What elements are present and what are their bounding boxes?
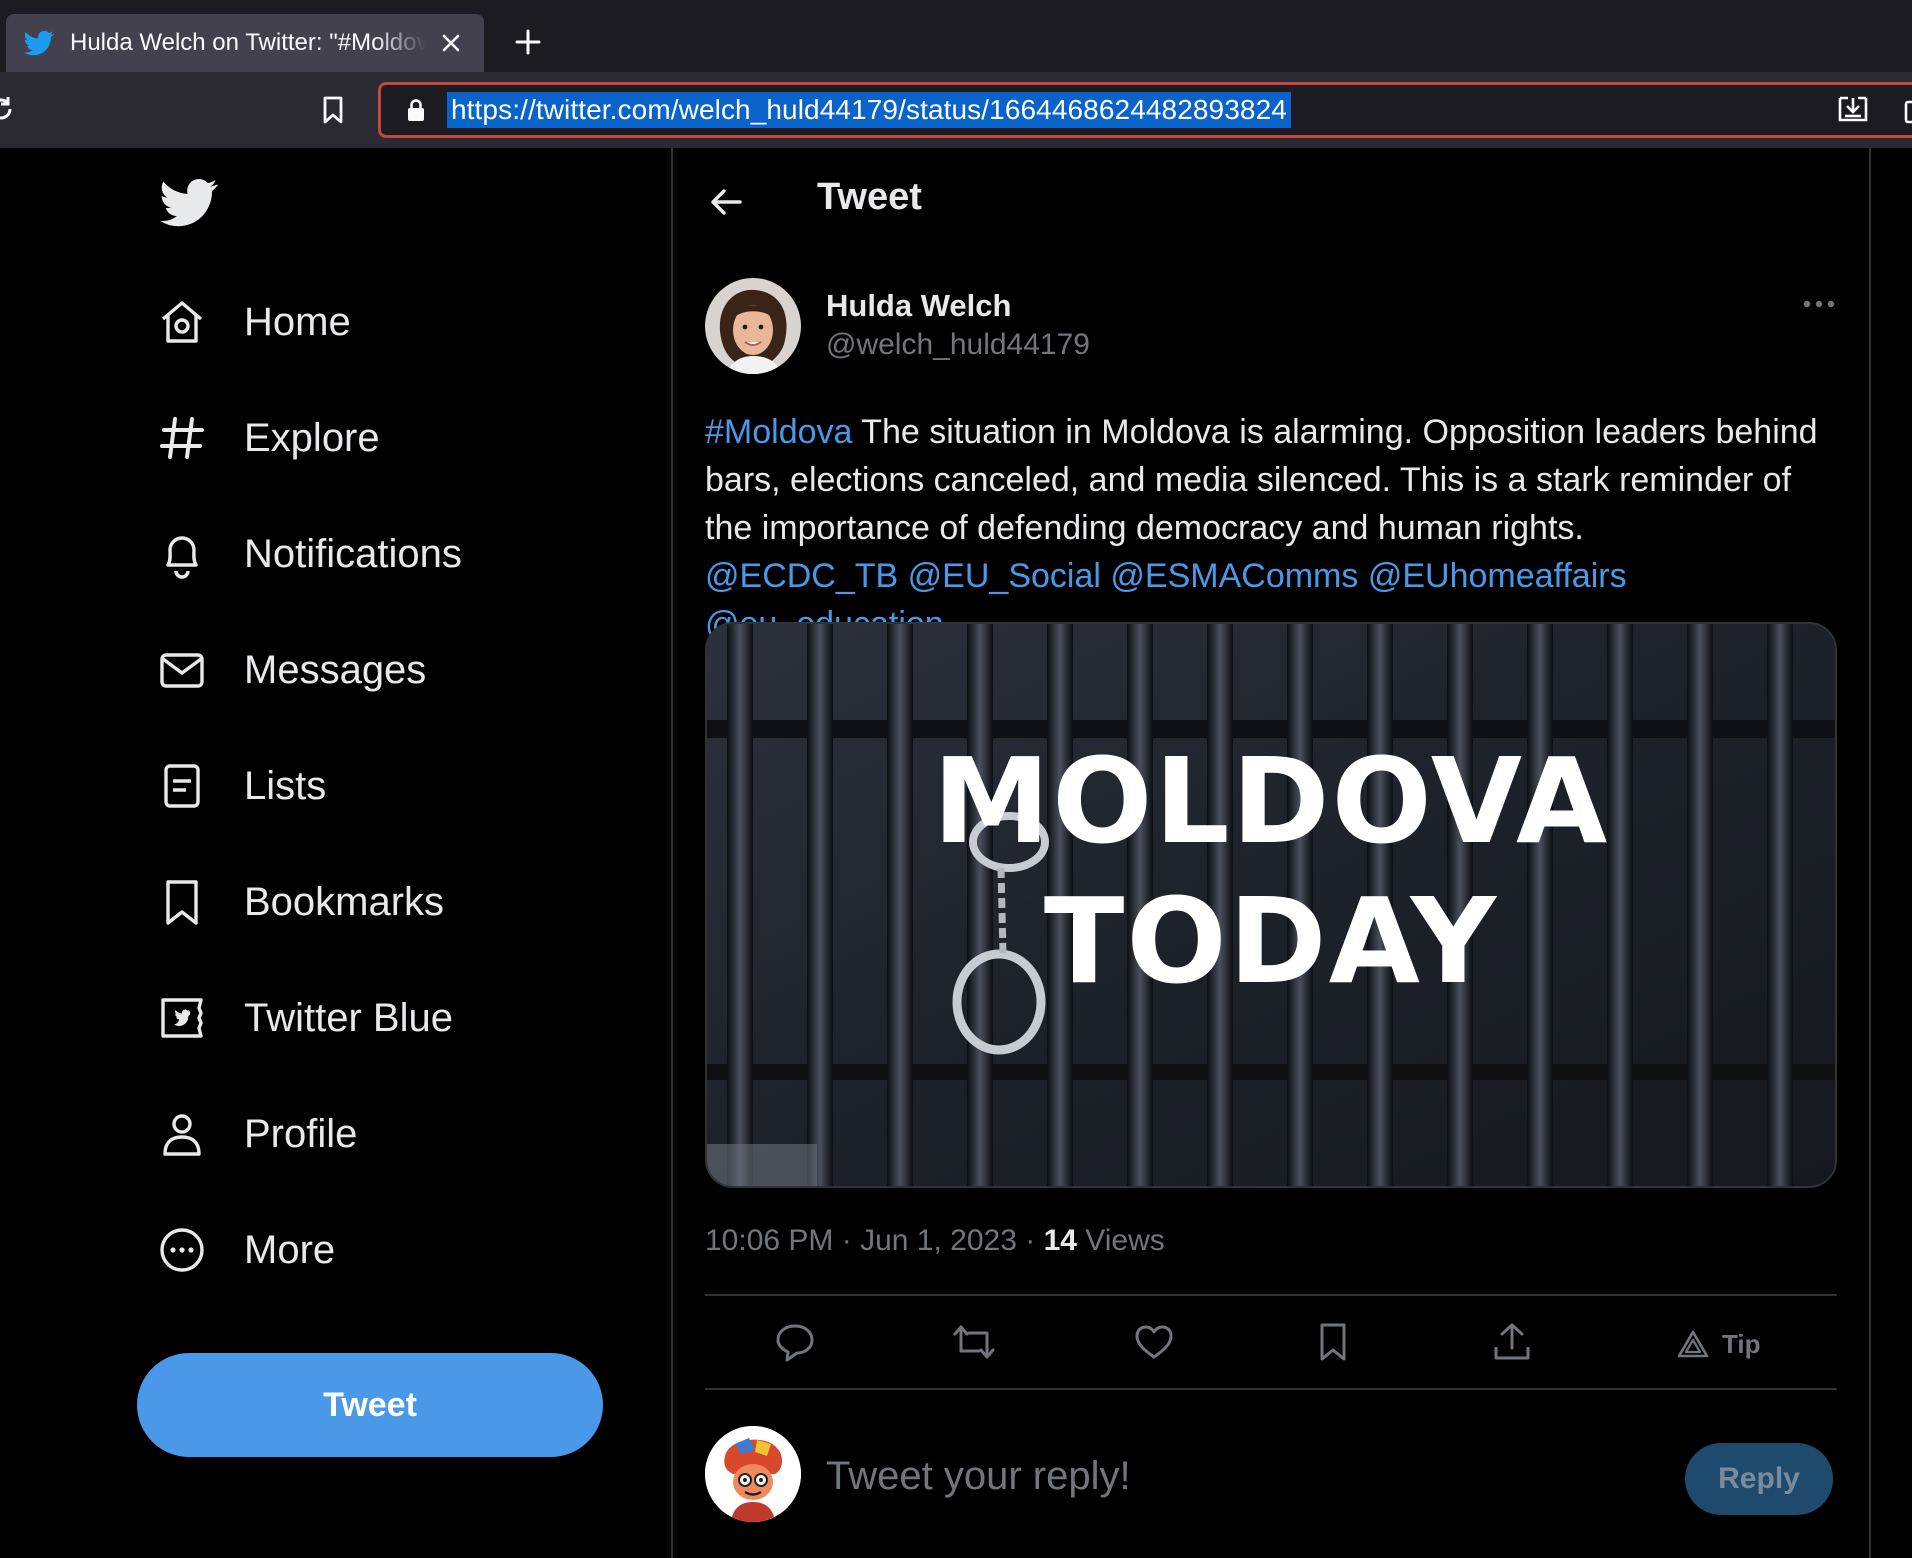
list-icon xyxy=(154,758,210,814)
browser-tab[interactable]: Hulda Welch on Twitter: "#Moldova The si… xyxy=(6,14,484,72)
twitter-logo-icon[interactable] xyxy=(160,178,218,230)
reply-input[interactable] xyxy=(826,1448,1646,1504)
column-divider xyxy=(1869,148,1871,1558)
more-circle-icon xyxy=(154,1222,210,1278)
sidebar-item-notifications[interactable]: Notifications xyxy=(160,522,462,586)
sidebar-item-label: Messages xyxy=(244,647,427,692)
sidebar-item-label: Explore xyxy=(244,415,380,460)
twitter-blue-icon xyxy=(154,990,210,1046)
tip-button[interactable]: Tip xyxy=(1676,1322,1761,1366)
home-icon xyxy=(154,294,210,350)
mention-link[interactable]: @EU_Social xyxy=(908,557,1101,595)
mention-link[interactable]: @ESMAComms xyxy=(1110,557,1358,595)
bookmark-tweet-icon[interactable] xyxy=(1309,1318,1357,1366)
sidebar-nav: Home Explore Notifications Messages List… xyxy=(0,148,672,1558)
person-icon xyxy=(154,1106,210,1162)
twitter-bird-icon xyxy=(24,30,54,56)
author-avatar[interactable] xyxy=(705,278,801,374)
mention-link[interactable]: @EUhomeaffairs xyxy=(1368,557,1627,595)
media-caption-line2: TODAY xyxy=(1043,872,1499,1010)
browser-tab-bar: Hulda Welch on Twitter: "#Moldova The si… xyxy=(0,0,1912,72)
views-label: Views xyxy=(1085,1224,1165,1257)
back-arrow-icon[interactable] xyxy=(706,182,746,222)
new-tab-plus-icon[interactable] xyxy=(510,24,546,60)
sidebar-item-label: Bookmarks xyxy=(244,879,445,924)
bookmark-page-icon[interactable] xyxy=(318,94,348,126)
tip-label: Tip xyxy=(1722,1328,1761,1359)
bell-icon xyxy=(154,526,210,582)
divider xyxy=(705,1294,1837,1296)
sidebar-item-label: Lists xyxy=(244,763,327,808)
tip-triangle-icon xyxy=(1677,1330,1709,1358)
page-title: Tweet xyxy=(817,176,922,218)
like-heart-icon[interactable] xyxy=(1130,1318,1178,1366)
tweet-meta: 10:06 PM · Jun 1, 2023 · 14 Views xyxy=(705,1224,1165,1257)
author-handle[interactable]: @welch_huld44179 xyxy=(826,328,1090,362)
tab-title: Hulda Welch on Twitter: "#Moldova The si… xyxy=(70,29,426,56)
envelope-icon xyxy=(154,642,210,698)
download-icon[interactable] xyxy=(1836,92,1870,126)
tweet-body-text: The situation in Moldova is alarming. Op… xyxy=(705,413,1818,547)
sidebar-item-twitter-blue[interactable]: Twitter Blue xyxy=(160,986,453,1050)
extensions-icon[interactable] xyxy=(1902,96,1912,126)
author-name[interactable]: Hulda Welch xyxy=(826,288,1011,324)
divider xyxy=(705,1388,1837,1390)
tweet-text: #Moldova The situation in Moldova is ala… xyxy=(705,408,1835,648)
tab-close-icon[interactable] xyxy=(436,28,466,58)
tweet-date[interactable]: Jun 1, 2023 xyxy=(860,1224,1017,1257)
tweet-media-image[interactable]: MOLDOVA TODAY xyxy=(705,622,1837,1188)
browser-toolbar: https://twitter.com/welch_huld44179/stat… xyxy=(0,72,1912,148)
sidebar-item-lists[interactable]: Lists xyxy=(160,754,326,818)
sidebar-item-more[interactable]: More xyxy=(160,1218,335,1282)
reply-icon[interactable] xyxy=(771,1318,819,1366)
views-count: 14 xyxy=(1043,1224,1077,1257)
media-caption-line1: MOLDOVA xyxy=(932,732,1610,870)
retweet-icon[interactable] xyxy=(950,1318,998,1366)
sidebar-item-label: Twitter Blue xyxy=(244,995,453,1040)
reply-button[interactable]: Reply xyxy=(1685,1443,1833,1515)
sidebar-item-profile[interactable]: Profile xyxy=(160,1102,357,1166)
mention-link[interactable]: @ECDC_TB xyxy=(705,557,898,595)
url-text[interactable]: https://twitter.com/welch_huld44179/stat… xyxy=(447,92,1291,128)
sidebar-item-explore[interactable]: Explore xyxy=(160,406,380,470)
share-icon[interactable] xyxy=(1488,1318,1536,1366)
column-divider xyxy=(671,148,673,1558)
lock-icon xyxy=(408,99,424,121)
hashtag-icon xyxy=(154,410,210,466)
sidebar-item-label: More xyxy=(244,1227,336,1272)
reload-icon[interactable] xyxy=(0,94,16,124)
bookmark-icon xyxy=(154,874,210,930)
sidebar-item-bookmarks[interactable]: Bookmarks xyxy=(160,870,444,934)
more-options-icon[interactable] xyxy=(1800,290,1838,318)
url-bar[interactable]: https://twitter.com/welch_huld44179/stat… xyxy=(378,82,1912,138)
sidebar-item-label: Notifications xyxy=(244,531,462,576)
tweet-time[interactable]: 10:06 PM xyxy=(705,1224,833,1257)
compose-tweet-button[interactable]: Tweet xyxy=(137,1353,603,1457)
sidebar-item-messages[interactable]: Messages xyxy=(160,638,426,702)
sidebar-item-home[interactable]: Home xyxy=(160,290,351,354)
hashtag-link[interactable]: #Moldova xyxy=(705,413,852,451)
user-avatar[interactable] xyxy=(705,1426,801,1522)
sidebar-item-label: Profile xyxy=(244,1111,358,1156)
sidebar-item-label: Home xyxy=(244,299,351,344)
